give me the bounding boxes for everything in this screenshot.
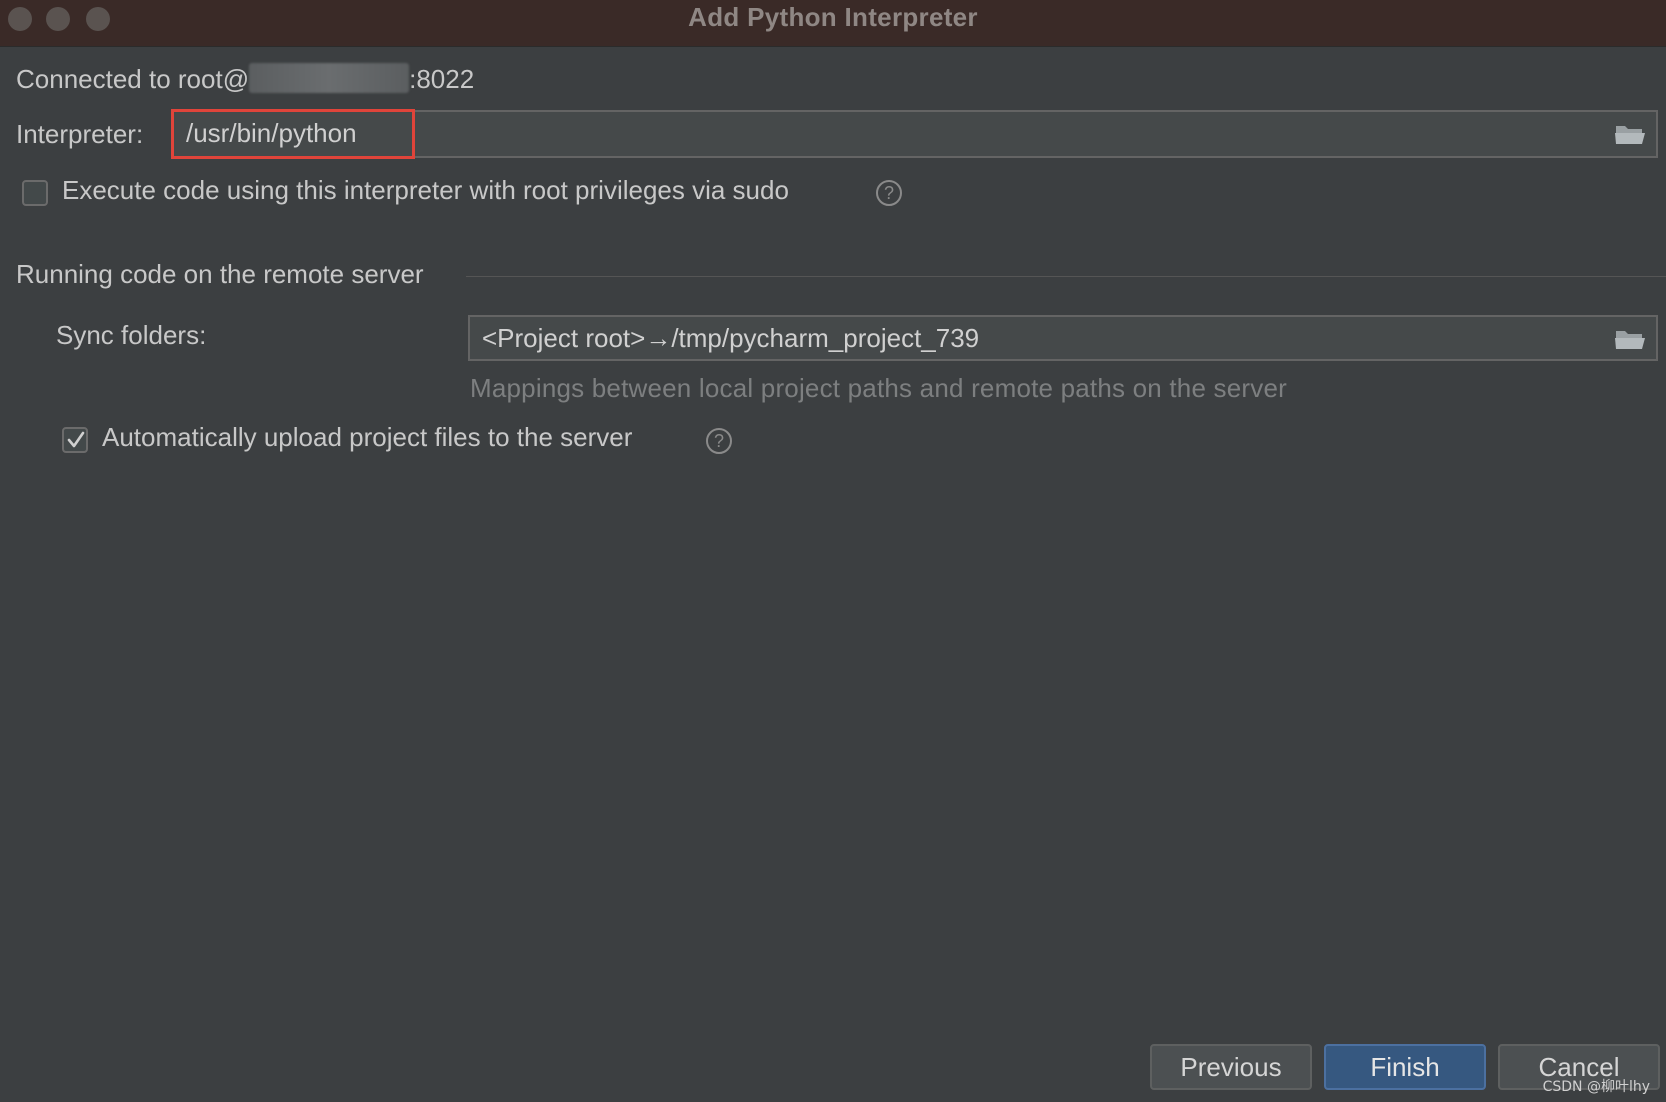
dialog-content: Connected to root@:8022 Interpreter: /us… [0,47,1666,1102]
add-python-interpreter-dialog: Add Python Interpreter Connected to root… [0,0,1666,1102]
sync-folders-hint: Mappings between local project paths and… [470,373,1287,403]
sudo-checkbox-label[interactable]: Execute code using this interpreter with… [62,175,789,206]
auto-upload-help-icon[interactable]: ? [706,428,732,454]
window-title: Add Python Interpreter [688,2,978,32]
sync-folders-value: <Project root>→/tmp/pycharm_project_739 [482,323,980,353]
finish-button[interactable]: Finish [1324,1044,1486,1090]
connection-prefix: Connected to root@ [16,64,250,94]
title-bar: Add Python Interpreter [0,0,1666,47]
sudo-help-icon[interactable]: ? [876,180,902,206]
section-separator [466,276,1666,277]
connection-info: Connected to root@ :8022 [16,63,474,95]
interpreter-highlight-box [171,109,415,159]
redacted-host [249,63,410,93]
previous-button[interactable]: Previous [1150,1044,1312,1090]
auto-upload-checkbox[interactable] [62,427,88,453]
auto-upload-label[interactable]: Automatically upload project files to th… [102,422,632,453]
checkmark-icon [67,431,85,448]
sudo-checkbox[interactable] [22,180,48,206]
sync-folders-label: Sync folders: [56,320,207,350]
interpreter-label: Interpreter: [16,119,144,149]
watermark: CSDN @柳叶lhy [1542,1079,1650,1095]
sync-folders-field[interactable]: <Project root>→/tmp/pycharm_project_739 [468,315,1658,361]
folder-open-icon[interactable] [1614,327,1646,351]
folder-open-icon[interactable] [1614,122,1646,146]
connection-port: :8022 [409,64,475,94]
remote-section-title: Running code on the remote server [16,259,424,289]
